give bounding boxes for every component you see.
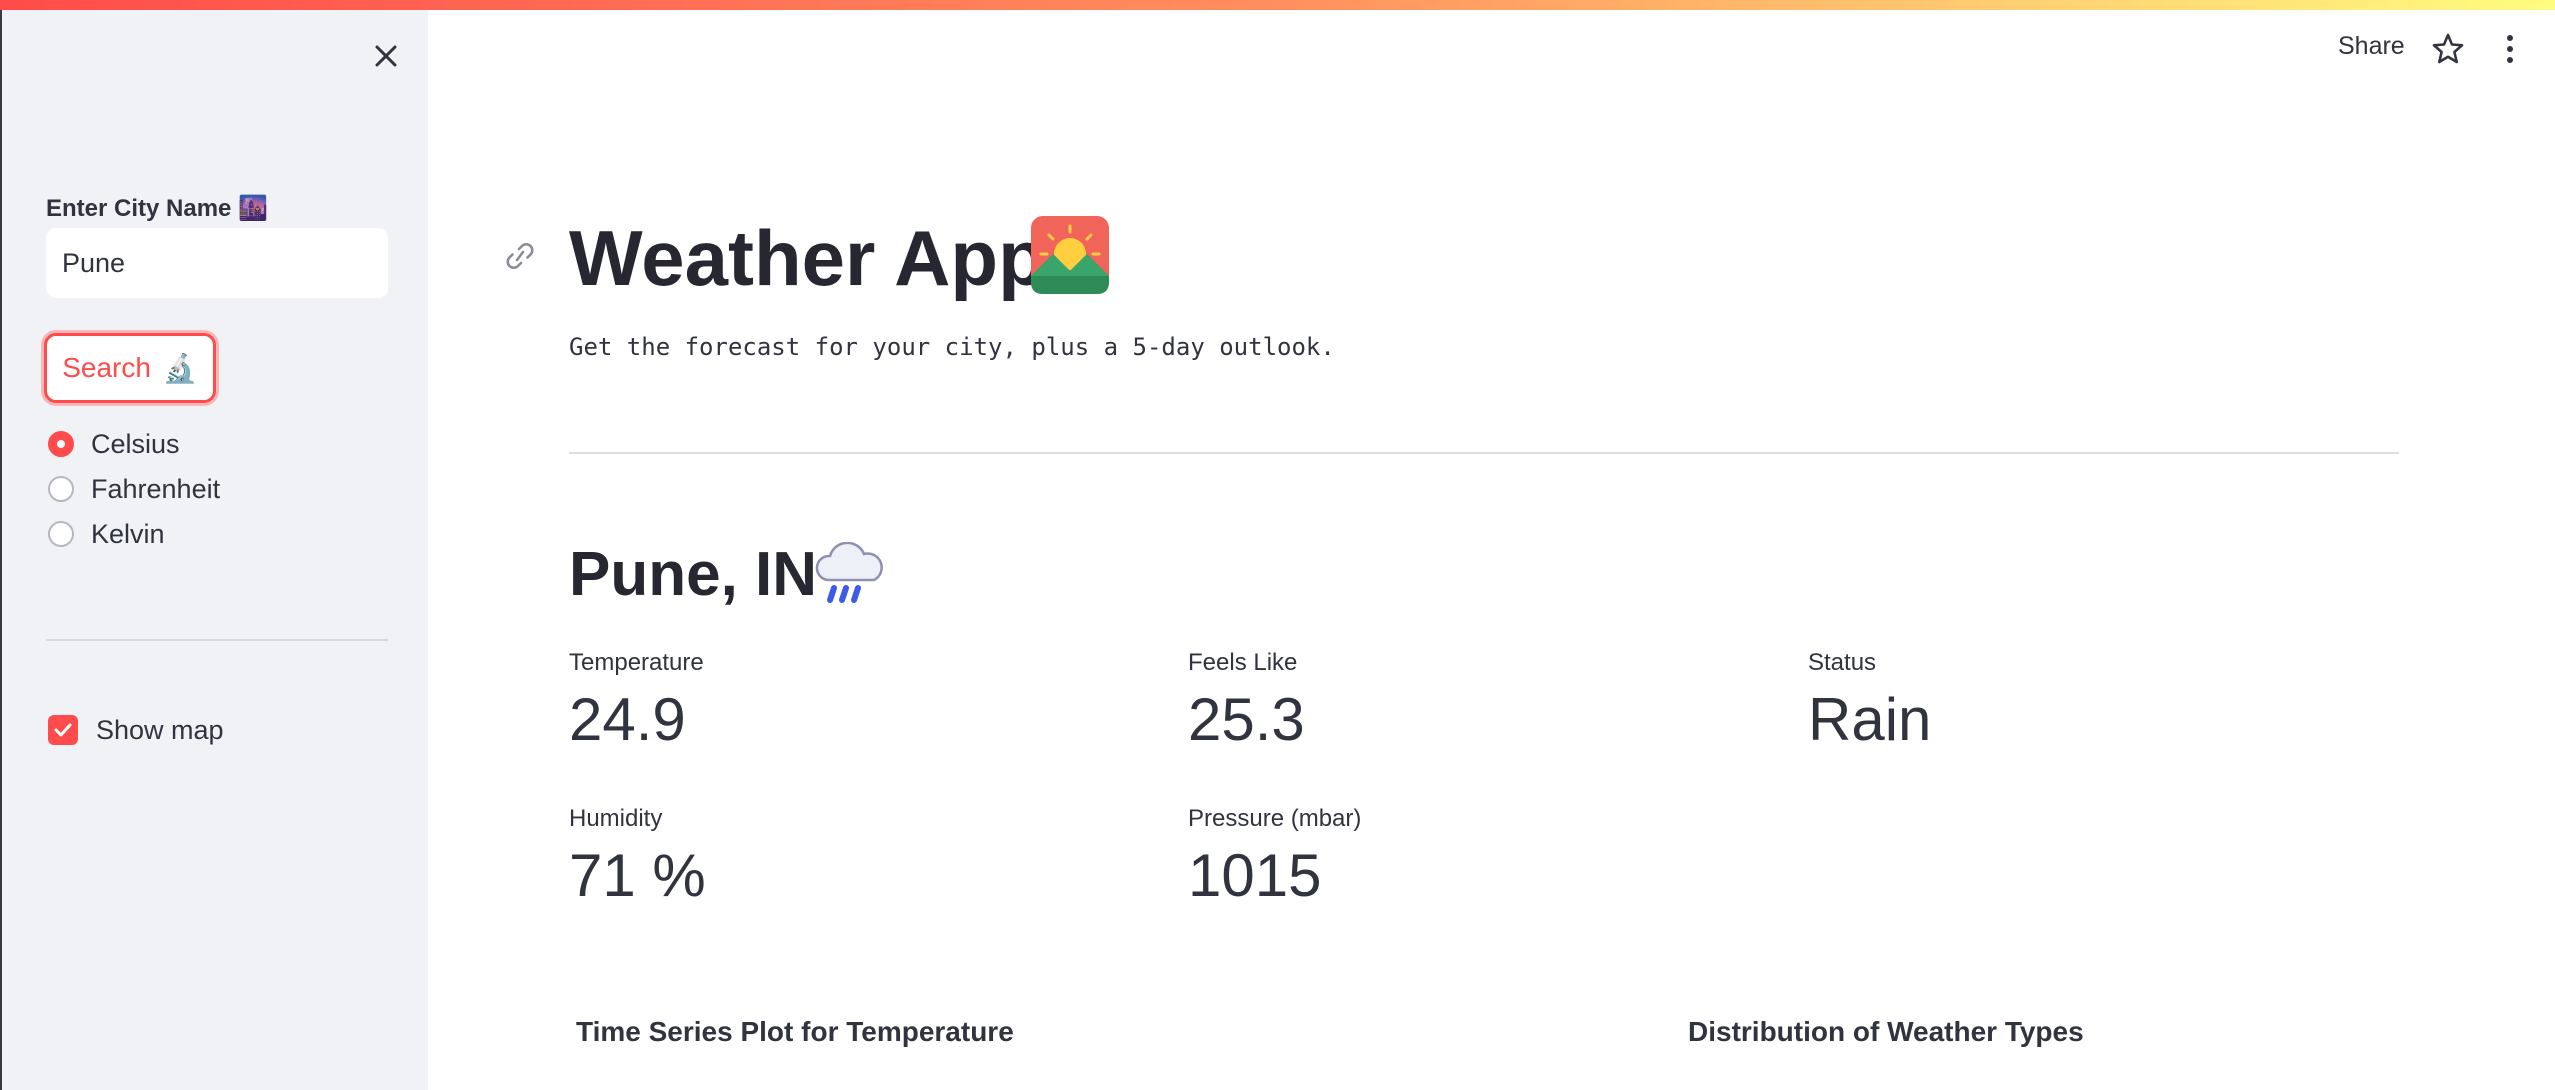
search-button[interactable]: Search 🔬	[44, 333, 216, 403]
rain-cloud-icon	[815, 542, 883, 603]
city-name-label: Enter City Name 🌆	[46, 194, 268, 223]
metric-value: 25.3	[1188, 686, 1305, 753]
checkbox-checked-icon	[48, 715, 78, 745]
unit-option-label: Kelvin	[91, 518, 165, 549]
distribution-heading: Distribution of Weather Types	[1688, 1016, 2084, 1047]
show-map-label: Show map	[96, 714, 224, 745]
metric-value: 24.9	[569, 686, 686, 753]
sidebar-divider	[46, 639, 388, 641]
close-sidebar-icon[interactable]	[370, 40, 402, 72]
unit-option-celsius[interactable]: Celsius	[48, 426, 180, 462]
unit-option-label: Celsius	[91, 428, 180, 459]
search-button-label: Search	[62, 352, 151, 383]
page-subtitle: Get the forecast for your city, plus a 5…	[569, 333, 1335, 361]
metric-pressure: Pressure (mbar) 1015	[1188, 805, 1361, 910]
unit-option-fahrenheit[interactable]: Fahrenheit	[48, 471, 220, 507]
time-series-heading: Time Series Plot for Temperature	[576, 1016, 1014, 1047]
radio-unselected-icon	[48, 476, 74, 502]
unit-option-kelvin[interactable]: Kelvin	[48, 516, 165, 552]
metric-value: Rain	[1808, 686, 1932, 753]
metric-humidity: Humidity 71 %	[569, 805, 706, 910]
metric-label: Pressure (mbar)	[1188, 805, 1362, 832]
metric-temperature: Temperature 24.9	[569, 649, 704, 754]
city-heading: Pune, IN	[569, 540, 818, 609]
page-title: Weather App	[569, 214, 1046, 302]
unit-option-label: Fahrenheit	[91, 473, 221, 504]
more-options-icon[interactable]	[2500, 32, 2520, 66]
metric-label: Status	[1808, 649, 1877, 676]
sidebar: Enter City Name 🌆 Search 🔬 Celsius Fahre…	[0, 10, 428, 1090]
metric-label: Temperature	[569, 649, 704, 676]
top-decoration-bar	[0, 0, 2555, 10]
link-icon[interactable]	[500, 238, 540, 274]
metric-feels-like: Feels Like 25.3	[1188, 649, 1305, 754]
share-button[interactable]: Share	[2338, 32, 2405, 61]
radio-unselected-icon	[48, 521, 74, 547]
city-name-label-text: Enter City Name	[46, 195, 232, 222]
sunrise-over-mountains-icon	[1031, 216, 1109, 294]
show-map-checkbox[interactable]: Show map	[48, 710, 224, 750]
radio-selected-icon	[48, 431, 74, 457]
metric-label: Feels Like	[1188, 649, 1298, 676]
main-divider	[569, 452, 2399, 454]
metric-value: 71 %	[569, 842, 706, 909]
microscope-icon: 🔬	[162, 352, 198, 384]
metric-label: Humidity	[569, 805, 663, 832]
star-icon[interactable]	[2431, 32, 2465, 66]
city-label-emoji: 🌆	[238, 195, 268, 222]
metric-value: 1015	[1188, 842, 1322, 909]
city-name-input[interactable]	[46, 228, 388, 298]
metric-status: Status Rain	[1808, 649, 1931, 754]
